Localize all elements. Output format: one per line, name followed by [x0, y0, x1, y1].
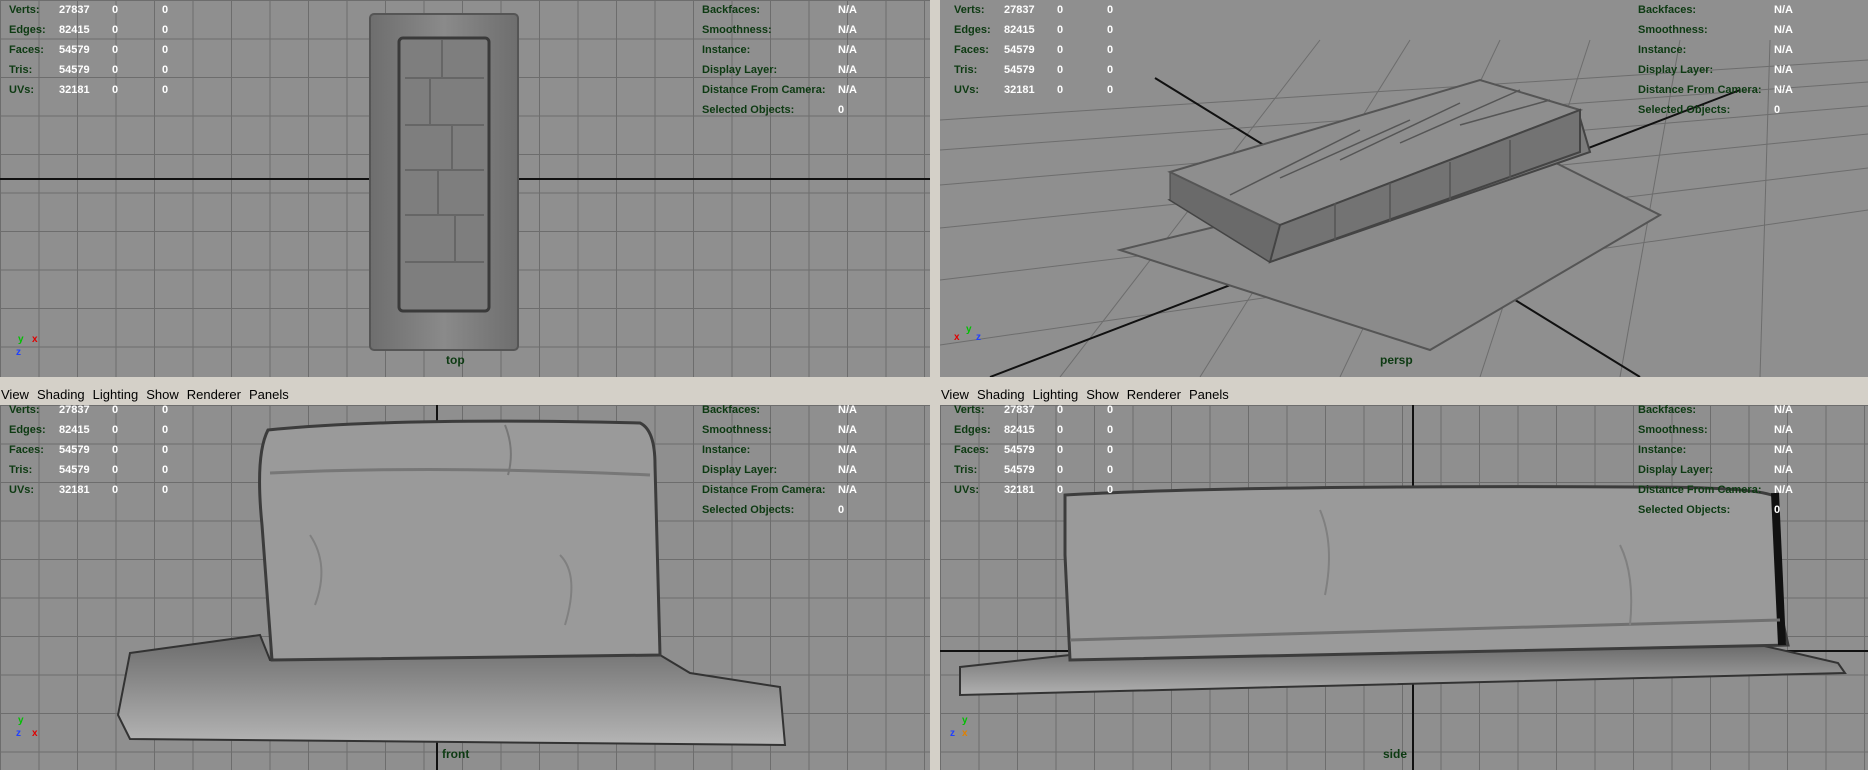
view-axis-icon: y z x — [16, 715, 38, 739]
stat-row: Backfaces: N/A — [1638, 4, 1793, 16]
stat-row: UVs: 32181 0 0 — [954, 84, 1114, 96]
view-axis-icon: y x z — [954, 324, 981, 343]
stat-row: Faces: 54579 0 0 — [954, 444, 1114, 456]
panel-front[interactable]: View Shading Lighting Show Renderer Pane… — [0, 383, 930, 770]
stat-row: Verts: 27837 0 0 — [9, 405, 169, 416]
stat-row: UVs: 32181 0 0 — [954, 484, 1114, 496]
stat-row: Faces: 54579 0 0 — [9, 444, 169, 456]
stat-row: Smoothness: N/A — [702, 424, 857, 436]
menu-panels[interactable]: Panels — [248, 387, 296, 402]
pane-divider-vertical[interactable] — [931, 0, 939, 770]
stat-row: Backfaces: N/A — [702, 405, 857, 416]
stat-row: Selected Objects: 0 — [1638, 104, 1781, 116]
stat-row: UVs: 32181 0 0 — [9, 84, 169, 96]
menu-renderer[interactable]: Renderer — [1126, 387, 1188, 402]
view-axis-icon: y x z — [16, 334, 38, 358]
stat-row: Distance From Camera: N/A — [1638, 84, 1793, 96]
stat-row: Distance From Camera: N/A — [702, 84, 857, 96]
stat-row: Tris: 54579 0 0 — [954, 464, 1114, 476]
stat-row: Edges: 82415 0 0 — [954, 424, 1114, 436]
hud-stats-right: Backfaces: N/A Smoothness: N/A Instance: N/… — [1638, 0, 1793, 120]
stat-row: Instance: N/A — [1638, 444, 1793, 456]
camera-label-side: side — [1383, 747, 1408, 761]
stat-row: UVs: 32181 0 0 — [9, 484, 169, 496]
stat-row: Tris: 54579 0 0 — [954, 64, 1114, 76]
stat-row: Faces: 54579 0 0 — [9, 44, 169, 56]
menu-shading[interactable]: Shading — [36, 387, 92, 402]
stat-row: Smoothness: N/A — [1638, 424, 1793, 436]
stat-row: Distance From Camera: N/A — [1638, 484, 1793, 496]
camera-label-persp: persp — [1380, 353, 1413, 367]
camera-label-front: front — [442, 747, 470, 761]
menu-view[interactable]: View — [0, 387, 36, 402]
stat-row: Edges: 82415 0 0 — [954, 24, 1114, 36]
stat-row: Selected Objects: 0 — [702, 504, 845, 516]
stat-row: Verts: 27837 0 0 — [9, 4, 169, 16]
stat-row: Backfaces: N/A — [1638, 405, 1793, 416]
stat-row: Tris: 54579 0 0 — [9, 464, 169, 476]
menu-show[interactable]: Show — [145, 387, 186, 402]
stat-row: Instance: N/A — [702, 444, 857, 456]
stat-row: Selected Objects: 0 — [1638, 504, 1781, 516]
menu-lighting[interactable]: Lighting — [92, 387, 146, 402]
menu-shading[interactable]: Shading — [976, 387, 1032, 402]
panel-menubar: View Shading Lighting Show Renderer Pane… — [0, 383, 930, 405]
viewport-side[interactable]: Verts: 27837 0 0 Edges: 82415 0 0 Faces: 54579 0… — [940, 405, 1868, 770]
panel-menubar: View Shading Lighting Show Renderer Pane… — [940, 383, 1868, 405]
stat-row: Display Layer: N/A — [702, 464, 857, 476]
hud-stats-right: Backfaces: N/A Smoothness: N/A Instance: N/… — [702, 405, 857, 520]
stat-row: Faces: 54579 0 0 — [954, 44, 1114, 56]
stat-row: Distance From Camera: N/A — [702, 484, 857, 496]
view-axis-icon: y z x — [950, 715, 968, 739]
viewport-top[interactable]: Verts: 27837 0 0 Edges: 82415 0 0 Faces: 54579 0… — [0, 0, 930, 377]
hud-stats-left: Verts: 27837 0 0 Edges: 82415 0 0 Faces: 54579 0… — [954, 405, 1113, 500]
menu-renderer[interactable]: Renderer — [186, 387, 248, 402]
stat-row: Edges: 82415 0 0 — [9, 424, 169, 436]
panel-persp[interactable]: Verts: 27837 0 0 Edges: 82415 0 0 Faces: 54579 0… — [940, 0, 1868, 377]
hud-stats-left: Verts: 27837 0 0 Edges: 82415 0 0 Faces: 54579 0… — [9, 405, 168, 500]
stat-row: Display Layer: N/A — [1638, 64, 1793, 76]
stat-row: Display Layer: N/A — [1638, 464, 1793, 476]
panel-top[interactable]: Verts: 27837 0 0 Edges: 82415 0 0 Faces: 54579 0… — [0, 0, 930, 377]
stat-row: Verts: 27837 0 0 — [954, 4, 1114, 16]
stat-row: Edges: 82415 0 0 — [9, 24, 169, 36]
camera-label-top: top — [446, 353, 465, 367]
stat-row: Display Layer: N/A — [702, 64, 857, 76]
hud-stats-right: Backfaces: N/A Smoothness: N/A Instance: N/… — [702, 0, 857, 120]
hud-stats-right: Backfaces: N/A Smoothness: N/A Instance: N/… — [1638, 405, 1793, 520]
menu-lighting[interactable]: Lighting — [1032, 387, 1086, 402]
hud-stats-left: Verts: 27837 0 0 Edges: 82415 0 0 Faces: 54579 0… — [9, 0, 168, 100]
menu-panels[interactable]: Panels — [1188, 387, 1236, 402]
hud-stats-left: Verts: 27837 0 0 Edges: 82415 0 0 Faces: 54579 0… — [954, 0, 1113, 100]
stat-row: Selected Objects: 0 — [702, 104, 845, 116]
viewport-persp[interactable]: Verts: 27837 0 0 Edges: 82415 0 0 Faces: 54579 0… — [940, 0, 1868, 377]
stat-row: Backfaces: N/A — [702, 4, 857, 16]
menu-view[interactable]: View — [940, 387, 976, 402]
panel-side[interactable]: View Shading Lighting Show Renderer Pane… — [940, 383, 1868, 770]
menu-show[interactable]: Show — [1085, 387, 1126, 402]
stat-row: Tris: 54579 0 0 — [9, 64, 169, 76]
viewport-front[interactable]: Verts: 27837 0 0 Edges: 82415 0 0 Faces: 54579 0… — [0, 405, 930, 770]
stat-row: Smoothness: N/A — [702, 24, 857, 36]
stat-row: Instance: N/A — [1638, 44, 1793, 56]
stat-row: Verts: 27837 0 0 — [954, 405, 1114, 416]
stat-row: Smoothness: N/A — [1638, 24, 1793, 36]
stat-row: Instance: N/A — [702, 44, 857, 56]
